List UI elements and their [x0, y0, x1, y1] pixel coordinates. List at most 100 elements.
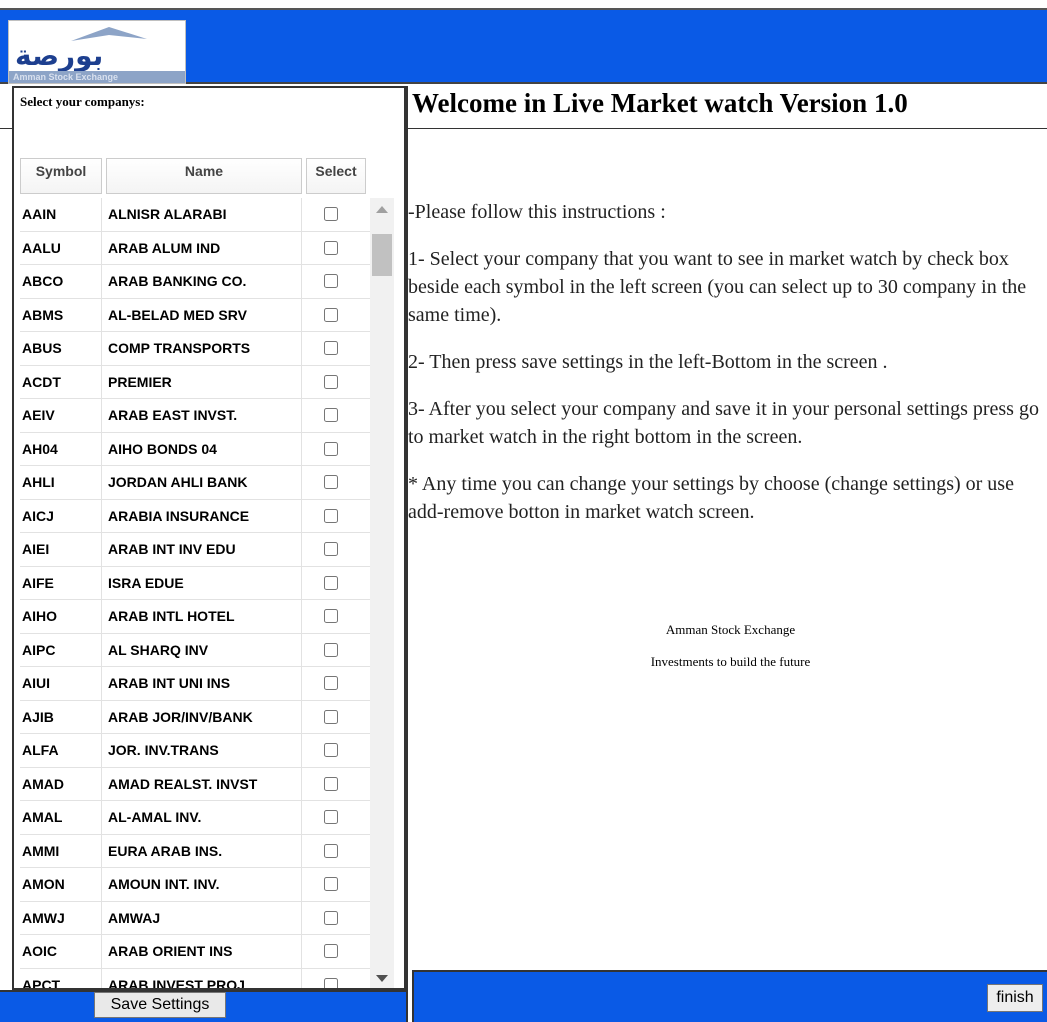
company-select-checkbox[interactable] — [324, 642, 338, 657]
grid-header: Symbol Name Select — [20, 158, 370, 194]
company-select-checkbox[interactable] — [324, 475, 338, 489]
company-name: AMAD REALST. INVST — [106, 767, 302, 800]
company-symbol: ABUS — [20, 332, 102, 365]
company-name: ARAB INVEST PROJ — [106, 968, 302, 988]
company-name: AMWAJ — [106, 901, 302, 934]
company-select-checkbox[interactable] — [324, 810, 338, 824]
instruction-intro: -Please follow this instructions : — [408, 201, 666, 223]
company-symbol: AHLI — [20, 466, 102, 499]
company-symbol: AMWJ — [20, 901, 102, 934]
save-settings-button[interactable]: Save Settings — [94, 992, 226, 1018]
company-select-checkbox[interactable] — [324, 240, 338, 255]
company-select-checkbox[interactable] — [324, 743, 338, 757]
company-select-checkbox[interactable] — [324, 776, 338, 791]
company-select-checkbox[interactable] — [324, 341, 338, 355]
column-header-symbol[interactable]: Symbol — [20, 158, 102, 194]
instructions-text: -Please follow this instructions : 1- Se… — [408, 198, 1047, 545]
company-symbol: AICJ — [20, 499, 102, 532]
company-symbol: ABMS — [20, 298, 102, 331]
company-row: ABMS AL-BELAD MED SRV — [20, 298, 370, 332]
instruction-note: * Any time you can change your settings … — [408, 473, 1014, 523]
company-name: ARAB EAST INVST. — [106, 399, 302, 432]
company-row: AIFE ISRA EDUE — [20, 566, 370, 600]
company-select-checkbox[interactable] — [324, 542, 338, 556]
company-symbol: ACDT — [20, 365, 102, 398]
company-row: ABUS COMP TRANSPORTS — [20, 332, 370, 366]
company-row: AIHO ARAB INTL HOTEL — [20, 600, 370, 634]
company-select-checkbox[interactable] — [324, 944, 338, 958]
company-select-checkbox[interactable] — [324, 374, 338, 389]
company-select-checkbox[interactable] — [324, 441, 338, 456]
company-select-cell — [306, 734, 366, 767]
company-name: EURA ARAB INS. — [106, 834, 302, 867]
top-banner: بورصة عمان Amman Stock Exchange — [0, 8, 1047, 84]
company-row: AMAD AMAD REALST. INVST — [20, 767, 370, 801]
company-select-checkbox[interactable] — [324, 709, 338, 724]
company-select-checkbox[interactable] — [324, 274, 338, 288]
company-name: AMOUN INT. INV. — [106, 868, 302, 901]
scroll-thumb[interactable] — [372, 234, 392, 276]
company-select-checkbox[interactable] — [324, 609, 338, 623]
company-row: ALFA JOR. INV.TRANS — [20, 734, 370, 768]
company-select-cell — [306, 801, 366, 834]
company-select-checkbox[interactable] — [324, 977, 338, 988]
company-select-checkbox[interactable] — [324, 575, 338, 590]
company-name: PREMIER — [106, 365, 302, 398]
company-name: ARAB ALUM IND — [106, 231, 302, 264]
company-select-cell — [306, 902, 366, 935]
company-symbol: AH04 — [20, 432, 102, 465]
company-row: AMWJ AMWAJ — [20, 901, 370, 935]
company-symbol: AMMI — [20, 834, 102, 867]
company-symbol: AMAD — [20, 767, 102, 800]
company-symbol: AAIN — [20, 198, 102, 231]
instructions-panel: Welcome in Live Market watch Version 1.0… — [408, 86, 1047, 970]
company-name: ARAB INT UNI INS — [106, 667, 302, 700]
company-row: AIPC AL SHARQ INV — [20, 633, 370, 667]
company-select-cell — [306, 433, 366, 466]
scroll-down-icon[interactable] — [376, 975, 388, 982]
company-row: AIEI ARAB INT INV EDU — [20, 533, 370, 567]
ase-logo: بورصة عمان Amman Stock Exchange — [8, 20, 186, 84]
company-name: ARABIA INSURANCE — [106, 499, 302, 532]
company-row: AICJ ARABIA INSURANCE — [20, 499, 370, 533]
company-select-checkbox[interactable] — [324, 408, 338, 422]
finish-button[interactable]: finish — [987, 984, 1043, 1012]
company-select-cell — [306, 466, 366, 499]
company-row: AIUI ARAB INT UNI INS — [20, 667, 370, 701]
company-select-checkbox[interactable] — [324, 877, 338, 891]
company-select-checkbox[interactable] — [324, 843, 338, 858]
column-header-name[interactable]: Name — [106, 158, 302, 194]
company-select-cell — [306, 500, 366, 533]
company-grid: Symbol Name Select AAIN ALNISR ALARABI AAL… — [20, 158, 402, 988]
left-edge-divider — [0, 128, 12, 129]
instruction-step-3: 3- After you select your company and sav… — [408, 398, 1039, 448]
logo-english-text: Amman Stock Exchange — [9, 71, 185, 83]
company-select-cell — [306, 332, 366, 365]
company-select-cell — [306, 868, 366, 901]
company-symbol: AALU — [20, 231, 102, 264]
company-select-checkbox[interactable] — [324, 207, 338, 221]
company-select-cell — [306, 198, 366, 231]
company-select-checkbox[interactable] — [324, 910, 338, 925]
page-title: Welcome in Live Market watch Version 1.0 — [412, 88, 908, 118]
grid-scrollbar[interactable] — [370, 198, 394, 988]
company-row: AMAL AL-AMAL INV. — [20, 801, 370, 835]
company-symbol: AMON — [20, 868, 102, 901]
company-select-cell — [306, 768, 366, 801]
company-select-checkbox[interactable] — [324, 508, 338, 523]
company-select-checkbox[interactable] — [324, 676, 338, 690]
company-select-checkbox[interactable] — [324, 307, 338, 322]
column-header-select[interactable]: Select — [306, 158, 366, 194]
company-symbol: ABCO — [20, 265, 102, 298]
company-select-cell — [306, 299, 366, 332]
company-row: AH04 AIHO BONDS 04 — [20, 432, 370, 466]
company-select-cell — [306, 701, 366, 734]
scroll-up-icon[interactable] — [376, 206, 388, 213]
company-selection-panel: Select your companys: Symbol Name Select… — [12, 86, 406, 990]
company-row: ABCO ARAB BANKING CO. — [20, 265, 370, 299]
company-name: ARAB INTL HOTEL — [106, 600, 302, 633]
company-name: AL-AMAL INV. — [106, 801, 302, 834]
exchange-tagline: Amman Stock Exchange Investments to buil… — [408, 622, 1047, 686]
company-symbol: AJIB — [20, 700, 102, 733]
exchange-name: Amman Stock Exchange — [665, 622, 796, 637]
